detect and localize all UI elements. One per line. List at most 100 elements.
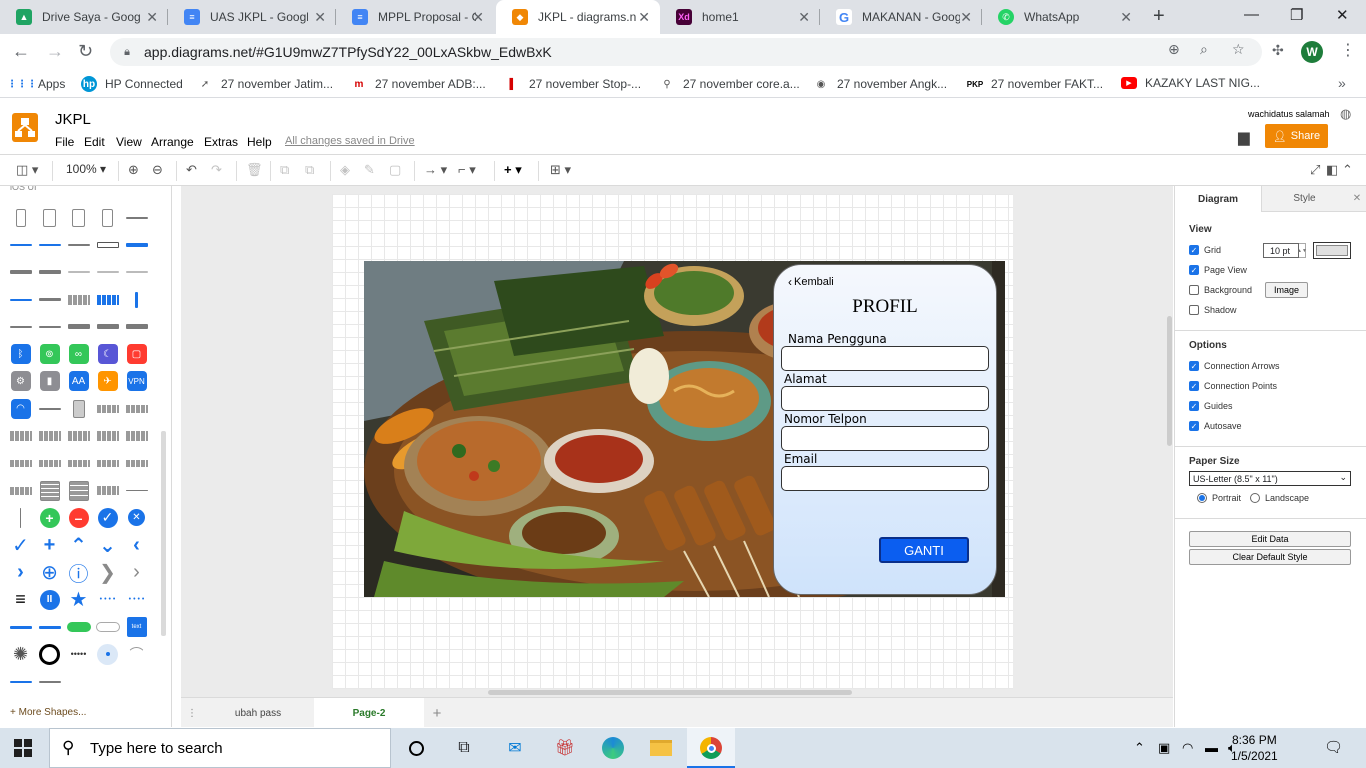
toggle-off-icon[interactable] bbox=[93, 613, 122, 640]
keyboard-icon[interactable] bbox=[6, 450, 35, 477]
redo-icon[interactable]: ↷ bbox=[211, 162, 222, 178]
taskbar-clock[interactable]: 8:36 PM 1/5/2021 bbox=[1231, 732, 1278, 764]
change-button[interactable]: GANTI bbox=[879, 537, 969, 563]
bookmark-item[interactable]: PKP 27 november FAKT... bbox=[967, 76, 1103, 92]
close-window-icon[interactable]: ✕ bbox=[1336, 6, 1349, 24]
shape-item[interactable] bbox=[35, 313, 64, 340]
bookmark-star-icon[interactable]: ☆ bbox=[1232, 41, 1245, 58]
page-control-icon[interactable]: • • • • bbox=[93, 586, 122, 613]
menu-extras[interactable]: Extras bbox=[204, 135, 238, 149]
shape-item[interactable] bbox=[35, 286, 64, 313]
browser-tab[interactable]: ✆ WhatsApp ✕ bbox=[982, 0, 1142, 34]
tab-style[interactable]: Style bbox=[1261, 186, 1347, 212]
battery-icon[interactable]: ▬ bbox=[1205, 740, 1218, 755]
close-tab-icon[interactable]: ✕ bbox=[960, 9, 972, 26]
divider-icon[interactable] bbox=[6, 504, 35, 531]
bookmark-item[interactable]: ⚲ 27 november core.a... bbox=[659, 76, 799, 92]
remove-circle-icon[interactable]: – bbox=[64, 504, 93, 531]
edge-icon[interactable] bbox=[601, 736, 625, 760]
shape-item[interactable] bbox=[122, 395, 151, 422]
more-bookmarks-icon[interactable]: » bbox=[1338, 75, 1346, 91]
phone-input[interactable] bbox=[781, 426, 989, 451]
bookmark-item[interactable]: ➚ 27 november Jatim... bbox=[197, 76, 333, 92]
plus-icon[interactable]: + bbox=[35, 532, 64, 559]
collapse-icon[interactable]: ⌃ bbox=[1342, 162, 1353, 178]
lock-icon[interactable]: 🔒︎ bbox=[120, 45, 134, 59]
close-tab-icon[interactable]: ✕ bbox=[638, 9, 650, 26]
landscape-option[interactable]: Landscape bbox=[1250, 493, 1309, 503]
keyboard-icon[interactable] bbox=[64, 422, 93, 449]
airplane-icon[interactable]: ✈ bbox=[93, 368, 122, 395]
shape-item[interactable] bbox=[35, 259, 64, 286]
page-view-option[interactable]: ✓ Page View bbox=[1189, 265, 1247, 275]
waypoints-icon[interactable]: ⌐ ▾ bbox=[458, 162, 476, 178]
shape-panel-scrollbar[interactable] bbox=[161, 431, 166, 636]
bookmark-apps[interactable]: ⋮⋮⋮ Apps bbox=[7, 76, 65, 92]
user-name[interactable]: wachidatus salamah bbox=[1248, 109, 1330, 119]
mail-icon[interactable]: ✉ bbox=[503, 736, 527, 760]
email-input[interactable] bbox=[781, 466, 989, 491]
info-icon[interactable]: ⓘ bbox=[64, 559, 93, 586]
close-circle-icon[interactable]: ✕ bbox=[122, 504, 151, 531]
image-button[interactable]: Image bbox=[1265, 282, 1308, 298]
to-back-icon[interactable]: ⧉ bbox=[305, 162, 314, 178]
keypad-icon[interactable] bbox=[35, 477, 64, 504]
arc-icon[interactable]: ⌒ bbox=[122, 641, 151, 668]
task-view-icon[interactable]: ⧉ bbox=[452, 736, 476, 760]
vpn-icon[interactable]: VPN bbox=[122, 368, 151, 395]
bluetooth-icon[interactable]: ᛒ bbox=[6, 340, 35, 367]
file-explorer-icon[interactable] bbox=[649, 736, 673, 760]
forward-icon[interactable]: → bbox=[46, 41, 64, 62]
add-app-icon[interactable]: ⊕ bbox=[1168, 41, 1180, 58]
guides-option[interactable]: ✓ Guides bbox=[1189, 401, 1233, 411]
circle-icon[interactable] bbox=[35, 641, 64, 668]
menu-file[interactable]: File bbox=[55, 135, 74, 149]
wifi-icon[interactable]: ◠ bbox=[6, 395, 35, 422]
hotspot-icon[interactable]: ⊚ bbox=[35, 340, 64, 367]
link-icon[interactable]: ∞ bbox=[64, 340, 93, 367]
shape-item[interactable] bbox=[93, 231, 122, 258]
vertical-scrollbar[interactable] bbox=[1167, 316, 1172, 446]
shape-item[interactable] bbox=[6, 286, 35, 313]
menu-edit[interactable]: Edit bbox=[84, 135, 105, 149]
share-button[interactable]: 👤︎ Share bbox=[1265, 124, 1328, 148]
browser-tab[interactable]: ▲ Drive Saya - Goog ✕ bbox=[0, 0, 168, 34]
minimize-icon[interactable]: — bbox=[1244, 6, 1259, 23]
chevron-left-icon[interactable]: ‹ bbox=[122, 532, 151, 559]
toggle-icon[interactable]: ▮ bbox=[35, 368, 64, 395]
tab-diagram[interactable]: Diagram bbox=[1175, 186, 1261, 212]
bookmark-item[interactable]: ▌ 27 november Stop-... bbox=[505, 76, 641, 92]
page-tab-ubah-pass[interactable]: ubah pass bbox=[203, 698, 313, 728]
grid-size-stepper[interactable]: ▲▼ bbox=[1297, 243, 1307, 258]
menu-help[interactable]: Help bbox=[247, 135, 272, 149]
gift-icon[interactable]: 🎁︎ bbox=[553, 736, 577, 760]
menu-arrange[interactable]: Arrange bbox=[151, 135, 194, 149]
browser-tab-active[interactable]: ◆ JKPL - diagrams.ne ✕ bbox=[496, 0, 660, 34]
shape-item[interactable] bbox=[35, 204, 64, 231]
shape-item[interactable] bbox=[93, 477, 122, 504]
windows-start-icon[interactable] bbox=[14, 739, 32, 757]
format-icon[interactable]: ◧ bbox=[1326, 162, 1338, 178]
address-input[interactable] bbox=[781, 386, 989, 411]
keypad-icon[interactable] bbox=[64, 477, 93, 504]
shape-item[interactable] bbox=[93, 259, 122, 286]
taskbar-search-box[interactable]: ⚲ Type here to search bbox=[49, 728, 391, 768]
shape-item[interactable] bbox=[122, 259, 151, 286]
shape-item[interactable] bbox=[64, 395, 93, 422]
username-input[interactable] bbox=[781, 346, 989, 371]
shape-item[interactable] bbox=[122, 231, 151, 258]
background-option[interactable]: Background bbox=[1189, 285, 1252, 295]
add-circle-icon[interactable]: + bbox=[35, 504, 64, 531]
profile-avatar[interactable]: W bbox=[1301, 41, 1323, 63]
menu-lines-icon[interactable]: ≡ bbox=[6, 586, 35, 613]
to-front-icon[interactable]: ⧉ bbox=[280, 162, 289, 178]
slider-icon[interactable] bbox=[35, 668, 64, 695]
autosave-option[interactable]: ✓ Autosave bbox=[1189, 421, 1242, 431]
keyboard-icon[interactable] bbox=[93, 422, 122, 449]
keyboard-icon[interactable] bbox=[6, 477, 35, 504]
more-shapes-button[interactable]: + More Shapes... bbox=[10, 707, 86, 718]
bookmark-item[interactable]: ▶ KAZAKY LAST NIG... bbox=[1121, 76, 1260, 90]
shape-item[interactable] bbox=[93, 204, 122, 231]
shape-item[interactable] bbox=[122, 313, 151, 340]
connection-arrows-option[interactable]: ✓ Connection Arrows bbox=[1189, 361, 1280, 371]
